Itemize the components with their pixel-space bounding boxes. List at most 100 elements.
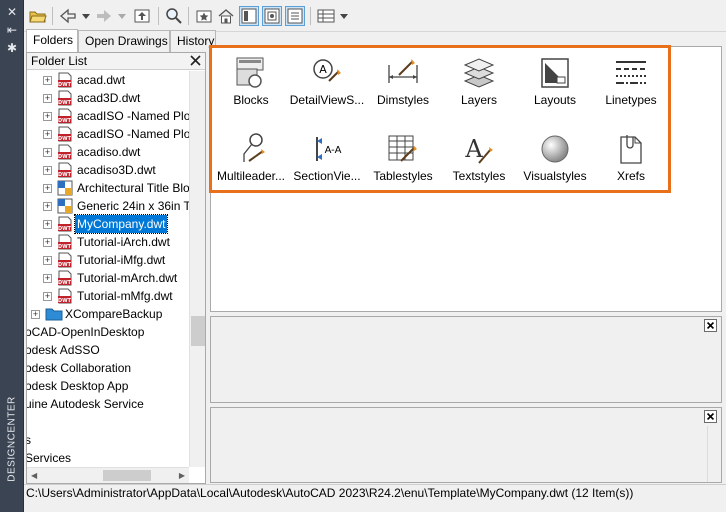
expand-icon[interactable]: + <box>43 292 52 301</box>
palette-title: DESIGNCENTER <box>6 396 18 482</box>
expand-icon[interactable]: + <box>43 76 52 85</box>
close-icon[interactable] <box>704 410 717 423</box>
tree-item[interactable]: odesk AdSSO <box>27 341 189 359</box>
content-item-label: Linetypes <box>605 93 657 107</box>
svg-text:A: A <box>319 63 327 76</box>
tree-item[interactable]: + DWT Tutorial-iMfg.dwt <box>27 251 189 269</box>
forward-icon[interactable] <box>94 6 114 26</box>
vertical-scrollbar[interactable] <box>189 71 205 467</box>
search-icon[interactable] <box>164 6 184 26</box>
tree-item-label: MyCompany.dwt <box>73 214 169 234</box>
expand-icon[interactable]: + <box>43 238 52 247</box>
tree-item[interactable] <box>27 413 189 431</box>
content-item[interactable]: Dimstyles <box>365 51 441 121</box>
back-icon[interactable] <box>58 6 78 26</box>
scrollbar-thumb[interactable] <box>103 470 151 481</box>
tree-item[interactable]: odesk Desktop App <box>27 377 189 395</box>
tree-item[interactable]: + DWT acad3D.dwt <box>27 89 189 107</box>
scroll-left-icon[interactable]: ◀ <box>31 471 37 480</box>
vertical-scrollbar[interactable] <box>707 426 721 482</box>
content-item[interactable]: Linetypes <box>593 51 669 121</box>
tree-item[interactable]: + DWT acadiso3D.dwt <box>27 161 189 179</box>
content-item[interactable]: Multileader... <box>213 127 289 197</box>
expand-icon[interactable]: + <box>43 220 52 229</box>
content-item[interactable]: Layers <box>441 51 517 121</box>
tree-item[interactable]: + DWT MyCompany.dwt <box>27 214 189 234</box>
dwt-file-icon: DWT <box>57 126 73 142</box>
tab-open-drawings[interactable]: Open Drawings <box>78 30 170 52</box>
content-item[interactable]: A DetailViewS... <box>289 51 365 121</box>
expand-icon[interactable]: + <box>43 94 52 103</box>
scrollbar-thumb[interactable] <box>191 316 205 346</box>
auto-hide-icon[interactable]: ⇤ <box>3 22 21 38</box>
close-icon[interactable]: ✕ <box>3 4 21 20</box>
tree-item-label: Generic 24in x 36in Title <box>77 199 189 213</box>
tree-item[interactable]: uine Autodesk Service <box>27 395 189 413</box>
content-item[interactable]: Visualstyles <box>517 127 593 197</box>
up-icon[interactable] <box>132 6 152 26</box>
content-item-label: DetailViewS... <box>289 93 365 107</box>
content-item[interactable]: Xrefs <box>593 127 669 197</box>
load-icon[interactable] <box>28 6 48 26</box>
scroll-right-icon[interactable]: ▶ <box>179 471 185 480</box>
content-item[interactable]: Tablestyles <box>365 127 441 197</box>
tree-item[interactable]: + XCompareBackup <box>27 305 189 323</box>
tree-item[interactable]: s <box>27 431 189 449</box>
tree-item[interactable]: odesk Collaboration <box>27 359 189 377</box>
dwt-file-icon: DWT <box>57 234 73 250</box>
preview-toggle-icon[interactable] <box>262 6 282 26</box>
back-dropdown-icon[interactable] <box>82 12 90 20</box>
close-icon[interactable] <box>190 55 201 66</box>
content-area[interactable]: Blocks A DetailViewS... Dimstyles Layers Layo… <box>210 46 722 312</box>
tree-item[interactable]: + DWT Tutorial-mMfg.dwt <box>27 287 189 305</box>
toolbar <box>24 0 726 32</box>
content-item-label: Xrefs <box>616 169 645 183</box>
views-dropdown-icon[interactable] <box>340 12 348 20</box>
tree-item-label: odesk Collaboration <box>27 361 132 375</box>
horizontal-scrollbar[interactable]: ◀ ▶ <box>27 467 189 483</box>
expand-icon[interactable]: + <box>31 310 40 319</box>
tree-item[interactable]: + DWT acadISO -Named Plot <box>27 125 189 143</box>
tree-item[interactable]: Services <box>27 449 189 467</box>
expand-icon[interactable]: + <box>43 166 52 175</box>
properties-icon[interactable]: ✱ <box>3 40 21 56</box>
sheet-set-icon <box>57 180 73 196</box>
tree-item-label: s <box>27 433 31 447</box>
tree-item[interactable]: + Architectural Title Block <box>27 179 189 197</box>
expand-icon[interactable]: + <box>43 256 52 265</box>
dwt-file-icon: DWT <box>57 252 73 268</box>
content-item-label: Blocks <box>233 93 269 107</box>
tree-item[interactable]: + DWT acadISO -Named Plot <box>27 107 189 125</box>
tree-item[interactable]: oCAD-OpenInDesktop <box>27 323 189 341</box>
tree-item[interactable]: + DWT acad.dwt <box>27 71 189 89</box>
expand-icon[interactable]: + <box>43 184 52 193</box>
tree-item[interactable]: + DWT Tutorial-iArch.dwt <box>27 233 189 251</box>
expand-icon[interactable]: + <box>43 112 52 121</box>
favorites-icon[interactable] <box>194 6 214 26</box>
expand-icon[interactable]: + <box>43 274 52 283</box>
expand-icon[interactable]: + <box>43 148 52 157</box>
tree-item[interactable]: + Generic 24in x 36in Title <box>27 197 189 215</box>
svg-text:DWT: DWT <box>58 226 72 232</box>
folder-list-header: Folder List <box>27 53 205 70</box>
content-item[interactable]: Blocks <box>213 51 289 121</box>
description-toggle-icon[interactable] <box>285 6 305 26</box>
dwt-file-icon: DWT <box>57 288 73 304</box>
tree-item[interactable]: + DWT Tutorial-mArch.dwt <box>27 269 189 287</box>
expand-icon[interactable]: + <box>43 130 52 139</box>
views-icon[interactable] <box>316 6 336 26</box>
expand-icon[interactable]: + <box>43 202 52 211</box>
close-icon[interactable] <box>704 319 717 332</box>
home-icon[interactable] <box>216 6 236 26</box>
tree-view-toggle-icon[interactable] <box>239 6 259 26</box>
content-item[interactable]: Layouts <box>517 51 593 121</box>
preview-pane <box>210 316 722 403</box>
content-item[interactable]: A-A SectionVie... <box>289 127 365 197</box>
tree-item[interactable]: + DWT acadiso.dwt <box>27 143 189 161</box>
content-item[interactable]: A Textstyles <box>441 127 517 197</box>
forward-dropdown-icon[interactable] <box>118 12 126 20</box>
tab-folders[interactable]: Folders <box>26 29 78 52</box>
folder-tree[interactable]: + DWT acad.dwt + DWT acad3D.dwt + DWT acadISO -N… <box>27 71 189 467</box>
tree-item-label: Tutorial-iMfg.dwt <box>77 253 166 267</box>
multileader-styles-icon <box>233 131 269 167</box>
